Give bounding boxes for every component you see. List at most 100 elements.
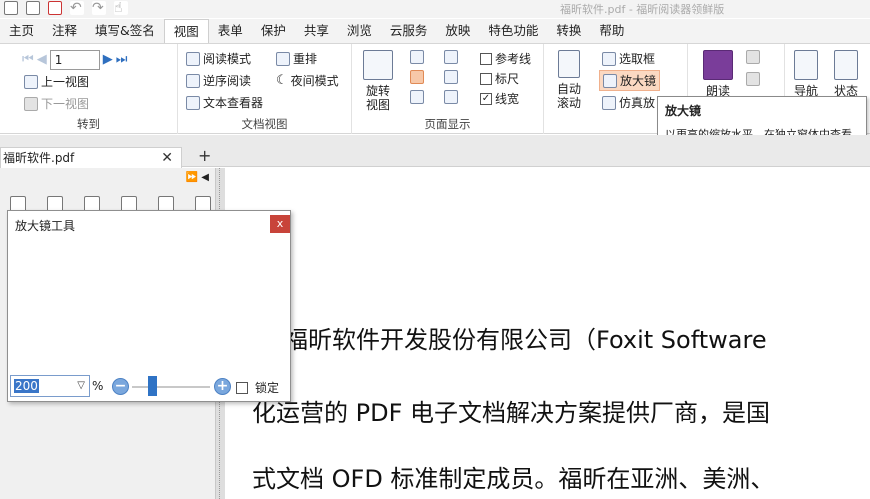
play-icon[interactable]: [746, 50, 760, 64]
tab-browse[interactable]: 浏览: [338, 19, 381, 43]
ref-line-toggle[interactable]: 参考线: [480, 50, 531, 67]
split-icon[interactable]: [410, 90, 424, 104]
autoscroll-label-2: 滚动: [556, 96, 581, 110]
close-button[interactable]: x: [270, 215, 290, 233]
tab-protect[interactable]: 保护: [252, 19, 295, 43]
document-line: 化运营的 PDF 电子文档解决方案提供厂商，是国: [252, 399, 771, 427]
next-view-icon: [24, 96, 38, 111]
magnifier-title: 放大镜工具: [15, 219, 76, 233]
magnifier-dialog: 放大镜工具 x 200 ▽ % − + 锁定: [7, 210, 291, 402]
panel-collapse-icon[interactable]: ⏩ ◀: [186, 172, 209, 183]
ruler-label: 标尺: [495, 72, 520, 86]
tab-cloud[interactable]: 云服务: [381, 19, 437, 43]
next-page-icon[interactable]: ▶: [103, 53, 113, 67]
ruler-toggle[interactable]: 标尺: [480, 70, 519, 87]
autoscroll-label-1: 自动: [556, 82, 581, 96]
lock-label: 锁定: [255, 381, 280, 395]
close-icon[interactable]: ✕: [161, 148, 173, 168]
last-page-icon[interactable]: ⏭: [116, 53, 128, 67]
page-display-group-label: 页面显示: [424, 117, 471, 131]
tab-help[interactable]: 帮助: [590, 19, 633, 43]
autoscroll-button[interactable]: 自动 滚动: [552, 50, 586, 110]
reverse-read-button[interactable]: 逆序阅读: [186, 72, 251, 89]
tab-form[interactable]: 表单: [209, 19, 252, 43]
text-viewer-label: 文本查看器: [203, 96, 264, 110]
new-tab-button[interactable]: +: [198, 147, 211, 165]
redo-icon[interactable]: ↷: [92, 1, 106, 15]
prev-view-icon: [24, 74, 38, 89]
tab-view[interactable]: 视图: [163, 19, 209, 44]
page-number-input[interactable]: 1: [49, 50, 100, 70]
magnifier-label: 放大镜: [620, 74, 657, 88]
undo-icon[interactable]: ↶: [70, 1, 84, 15]
ruler-checkbox[interactable]: [480, 72, 492, 85]
rotate-view-button[interactable]: 旋转 视图: [358, 50, 398, 112]
zoom-slider-track[interactable]: [132, 386, 210, 388]
tab-home[interactable]: 主页: [0, 19, 43, 43]
cover-page-icon[interactable]: [444, 90, 458, 104]
tab-convert[interactable]: 转换: [547, 19, 590, 43]
text-viewer-button[interactable]: 文本查看器: [186, 94, 263, 111]
tab-slideshow[interactable]: 放映: [436, 19, 479, 43]
select-box-button[interactable]: 选取框: [602, 50, 655, 67]
select-box-label: 选取框: [619, 52, 656, 66]
next-view-button[interactable]: 下一视图: [24, 95, 89, 112]
page-display-group: 旋转 视图 参考线 标尺 ✓ 线宽 页面显示: [352, 44, 544, 134]
print-icon[interactable]: [26, 1, 40, 15]
zoom-value: 200: [14, 379, 39, 393]
first-page-icon[interactable]: ⏮: [22, 53, 34, 67]
continuous-icon[interactable]: [410, 70, 424, 84]
read-aloud-button[interactable]: 朗读: [700, 50, 736, 98]
goto-group: ⏮ ◀ 1 ▶ ⏭ 上一视图 下一视图 转到: [0, 44, 178, 134]
reverse-read-icon: [186, 73, 200, 88]
two-continuous-icon[interactable]: [444, 70, 458, 84]
nav-icon: [794, 50, 818, 80]
doc-view-group: 阅读模式 逆序阅读 文本查看器 重排 ☾ 夜间模式 文档视图: [178, 44, 352, 134]
ref-line-label: 参考线: [495, 52, 532, 66]
new-document-icon[interactable]: [48, 1, 62, 15]
goto-group-label: 转到: [77, 117, 100, 131]
document-page: 建福昕软件开发股份有限公司（Foxit Software 化运营的 PDF 电子…: [226, 168, 870, 499]
ref-line-checkbox[interactable]: [480, 52, 492, 65]
doc-view-group-label: 文档视图: [241, 117, 288, 131]
status-button[interactable]: 状态: [829, 50, 863, 98]
rotate-label-2: 视图: [365, 98, 390, 112]
text-viewer-icon: [186, 95, 200, 110]
prev-view-label: 上一视图: [41, 75, 90, 89]
prev-view-button[interactable]: 上一视图: [24, 73, 89, 90]
autoscroll-icon: [558, 50, 580, 78]
hand-tool-icon[interactable]: ☝: [114, 1, 128, 15]
prev-page-icon[interactable]: ◀: [37, 53, 47, 67]
tab-comment[interactable]: 注释: [43, 19, 86, 43]
zoom-slider-thumb[interactable]: [147, 376, 157, 396]
document-line: 式文档 OFD 标准制定成员。福昕在亚洲、美洲、: [252, 465, 775, 493]
home-icon[interactable]: [4, 1, 18, 15]
nav-button[interactable]: 导航: [789, 50, 823, 98]
magnifier-icon: [603, 73, 617, 88]
tab-share[interactable]: 共享: [295, 19, 338, 43]
line-width-checkbox[interactable]: ✓: [480, 92, 492, 105]
chevron-down-icon[interactable]: ▽: [77, 376, 85, 396]
document-line: 建福昕软件开发股份有限公司（Foxit Software: [260, 326, 767, 354]
two-page-icon[interactable]: [444, 50, 458, 64]
tab-features[interactable]: 特色功能: [479, 19, 547, 43]
loupe-button[interactable]: 仿真放: [602, 94, 655, 111]
moon-icon: ☾: [276, 73, 288, 88]
document-tab[interactable]: 福昕软件.pdf ✕: [0, 147, 182, 168]
single-page-icon[interactable]: [410, 50, 424, 64]
tooltip-title: 放大镜: [665, 104, 702, 118]
lock-toggle[interactable]: 锁定: [236, 379, 279, 396]
zoom-in-icon[interactable]: +: [214, 378, 231, 395]
status-icon: [834, 50, 858, 80]
tab-fill-sign[interactable]: 填写&签名: [86, 19, 164, 43]
lock-checkbox[interactable]: [236, 381, 248, 394]
night-mode-button[interactable]: ☾ 夜间模式: [276, 72, 339, 89]
reflow-button[interactable]: 重排: [276, 50, 317, 67]
stop-icon[interactable]: [746, 72, 760, 86]
zoom-out-icon[interactable]: −: [112, 378, 129, 395]
zoom-input[interactable]: 200 ▽: [10, 375, 90, 397]
read-mode-button[interactable]: 阅读模式: [186, 50, 251, 67]
reverse-read-label: 逆序阅读: [203, 74, 252, 88]
line-width-toggle[interactable]: ✓ 线宽: [480, 90, 519, 107]
magnifier-button[interactable]: 放大镜: [599, 70, 661, 91]
